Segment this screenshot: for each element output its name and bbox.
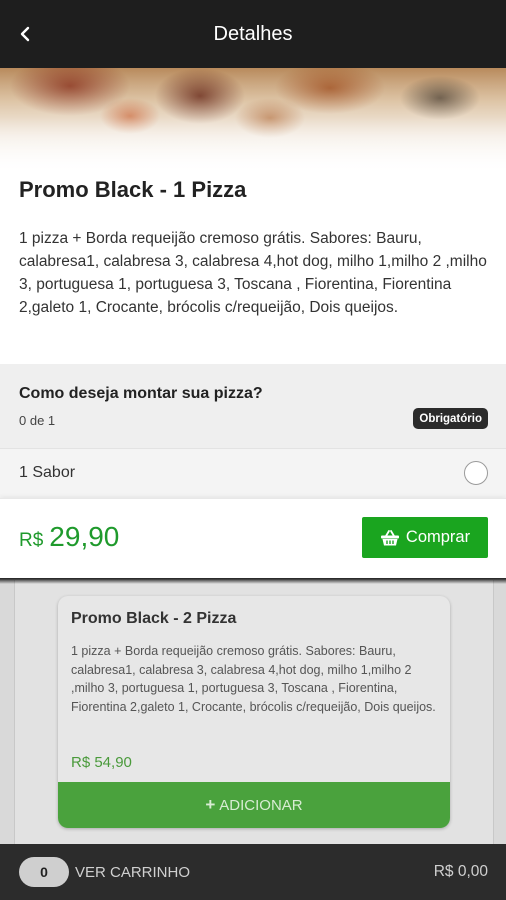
product-title: Promo Black - 1 Pizza (19, 177, 247, 202)
chevron-left-icon (20, 26, 30, 42)
product-description: 1 pizza + Borda requeijão cremoso grátis… (19, 230, 487, 316)
cart-bar: 0 VER CARRINHO R$ 0,00 (0, 844, 506, 900)
product-card: Promo Black - 2 Pizza 1 pizza + Borda re… (58, 596, 450, 828)
add-button: + ADICIONAR (58, 782, 450, 828)
buy-button[interactable]: Comprar (362, 517, 488, 558)
price-currency: R$ (19, 530, 44, 551)
purchase-bar: R$ 29,90 Comprar (0, 498, 506, 579)
option-radio[interactable] (464, 461, 488, 485)
required-badge: Obrigatório (413, 408, 488, 429)
price: R$ 29,90 (19, 521, 119, 553)
price-value: 29,90 (49, 521, 120, 552)
option-1-sabor[interactable]: 1 Sabor (0, 448, 506, 499)
buy-button-label: Comprar (405, 528, 471, 546)
modal-shadow (0, 578, 506, 584)
product-card-title: Promo Black - 2 Pizza (71, 610, 237, 627)
product-image (0, 68, 506, 178)
product-details: Promo Black - 1 Pizza 1 pizza + Borda re… (0, 177, 506, 364)
add-button-label: ADICIONAR (219, 796, 303, 814)
top-bar: Detalhes (0, 0, 506, 68)
option-group-title: Como deseja montar sua pizza? (19, 385, 263, 402)
option-group-count: 0 de 1 (19, 413, 56, 428)
product-card-description: 1 pizza + Borda requeijão cremoso grátis… (71, 644, 436, 714)
product-card-price: R$ 54,90 (71, 754, 132, 771)
page-title: Detalhes (213, 22, 293, 45)
cart-count-badge: 0 (19, 857, 69, 887)
cart-total: R$ 0,00 (433, 863, 488, 880)
view-cart-link: VER CARRINHO (75, 863, 191, 881)
back-button[interactable] (10, 18, 40, 50)
option-group-header: Como deseja montar sua pizza? 0 de 1 Obr… (0, 364, 506, 448)
shopping-basket-icon (380, 529, 399, 545)
option-label: 1 Sabor (19, 464, 76, 481)
plus-icon: + (205, 795, 216, 814)
